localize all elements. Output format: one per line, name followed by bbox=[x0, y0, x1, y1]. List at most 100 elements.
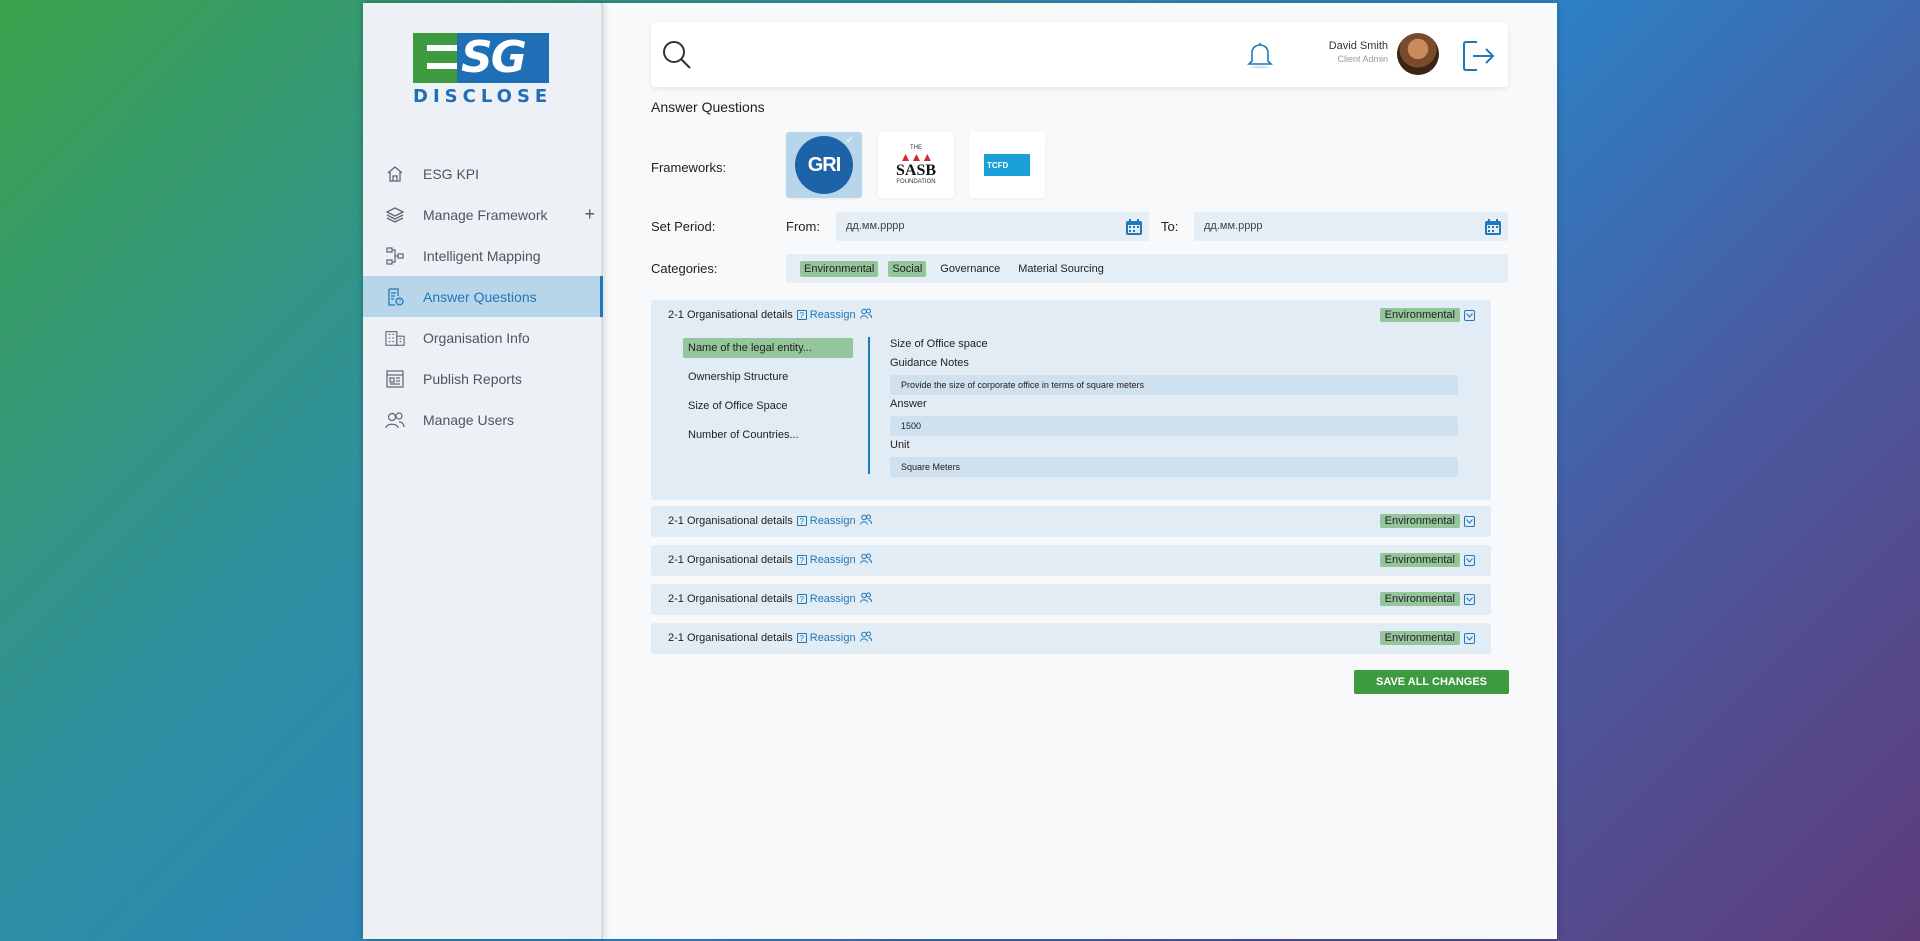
status-badge: Environmental bbox=[1379, 308, 1460, 322]
category-material-sourcing[interactable]: Material Sourcing bbox=[1014, 261, 1108, 277]
sidebar-item-intelligent-mapping[interactable]: Intelligent Mapping bbox=[363, 235, 603, 276]
frameworks-label: Frameworks: bbox=[651, 160, 727, 175]
home-icon bbox=[385, 164, 405, 184]
sidebar-item-label: Intelligent Mapping bbox=[423, 247, 541, 264]
user-icon[interactable] bbox=[859, 514, 872, 528]
bell-icon[interactable] bbox=[1246, 40, 1274, 75]
question-accordion-collapsed: 2-1 Organisational details ? Reassign En… bbox=[651, 506, 1491, 537]
help-icon[interactable]: ? bbox=[796, 555, 807, 565]
question-doc-icon: ? bbox=[385, 287, 405, 307]
accordion-title: 2-1 Organisational details bbox=[668, 632, 793, 644]
question-accordion-collapsed: 2-1 Organisational details ? Reassign En… bbox=[651, 623, 1491, 654]
sidebar-item-publish-reports[interactable]: Publish Reports bbox=[363, 358, 603, 399]
accordion-header[interactable]: 2-1 Organisational details ? Reassign En… bbox=[651, 545, 1491, 575]
framework-card-sasb[interactable]: THE ▲▲▲ SASB FOUNDATION bbox=[878, 132, 954, 198]
help-icon[interactable]: ? bbox=[796, 516, 807, 526]
answer-label: Answer bbox=[890, 398, 927, 410]
user-icon[interactable] bbox=[859, 553, 872, 567]
question-item-countries[interactable]: Number of Countries... bbox=[683, 425, 853, 445]
sidebar-item-manage-framework[interactable]: Manage Framework + bbox=[363, 194, 603, 235]
help-icon[interactable]: ? bbox=[796, 594, 807, 604]
layers-icon bbox=[385, 205, 405, 225]
sidebar-item-label: Manage Framework bbox=[423, 206, 548, 223]
reassign-link[interactable]: Reassign bbox=[810, 554, 856, 566]
accordion-header[interactable]: 2-1 Organisational details ? Reassign En… bbox=[651, 300, 1491, 330]
divider bbox=[868, 337, 870, 474]
accordion-header[interactable]: 2-1 Organisational details ? Reassign En… bbox=[651, 506, 1491, 536]
help-icon[interactable]: ? bbox=[796, 633, 807, 643]
question-item-ownership[interactable]: Ownership Structure bbox=[683, 367, 853, 387]
add-framework-button[interactable]: + bbox=[584, 204, 595, 225]
accordion-header[interactable]: 2-1 Organisational details ? Reassign En… bbox=[651, 584, 1491, 614]
sidebar-item-esg-kpi[interactable]: ESG KPI bbox=[363, 153, 603, 194]
to-label: To: bbox=[1161, 219, 1179, 234]
user-role: Client Admin bbox=[1337, 54, 1388, 64]
gri-logo: GRI bbox=[795, 136, 853, 194]
sidebar-item-manage-users[interactable]: Manage Users bbox=[363, 399, 603, 440]
accordion-title: 2-1 Organisational details bbox=[668, 515, 793, 527]
categories-filter: Environmental Social Governance Material… bbox=[786, 254, 1508, 283]
accordion-title: 2-1 Organisational details bbox=[668, 554, 793, 566]
reassign-link[interactable]: Reassign bbox=[810, 593, 856, 605]
user-icon[interactable] bbox=[859, 631, 872, 645]
question-item-office-space[interactable]: Size of Office Space bbox=[683, 396, 853, 416]
logo-sg-text: SG bbox=[457, 33, 549, 83]
reassign-link[interactable]: Reassign bbox=[810, 309, 856, 321]
from-date-input[interactable]: дд.мм.рррр bbox=[836, 212, 1149, 241]
category-environmental[interactable]: Environmental bbox=[800, 260, 879, 277]
user-icon[interactable] bbox=[859, 592, 872, 606]
from-label: From: bbox=[786, 219, 820, 234]
chevron-down-icon[interactable] bbox=[1464, 594, 1475, 605]
status-badge: Environmental bbox=[1379, 553, 1460, 567]
logo-e-mark bbox=[413, 33, 457, 83]
to-date-value: дд.мм.рррр bbox=[1204, 220, 1263, 232]
search-icon[interactable] bbox=[661, 39, 693, 76]
chevron-down-icon[interactable] bbox=[1464, 555, 1475, 566]
tcfd-logo: TCFD bbox=[984, 154, 1030, 176]
chevron-down-icon[interactable] bbox=[1464, 633, 1475, 644]
status-badge: Environmental bbox=[1379, 514, 1460, 528]
logout-icon[interactable] bbox=[1460, 38, 1496, 79]
reassign-link[interactable]: Reassign bbox=[810, 632, 856, 644]
status-badge: Environmental bbox=[1379, 592, 1460, 606]
detail-heading: Size of Office space bbox=[890, 338, 988, 350]
category-governance[interactable]: Governance bbox=[936, 261, 1004, 277]
building-icon bbox=[385, 328, 405, 348]
users-icon bbox=[385, 410, 405, 430]
calendar-icon[interactable] bbox=[1484, 218, 1502, 248]
chevron-down-icon[interactable] bbox=[1464, 516, 1475, 527]
main-content: David Smith Client Admin Answer Question… bbox=[603, 3, 1557, 939]
sidebar-item-answer-questions[interactable]: ? Answer Questions bbox=[363, 276, 603, 317]
save-all-changes-button[interactable]: SAVE ALL CHANGES bbox=[1354, 670, 1509, 694]
sidebar-item-label: Manage Users bbox=[423, 411, 515, 428]
help-icon[interactable]: ? bbox=[796, 310, 807, 320]
user-info: David Smith Client Admin bbox=[1306, 40, 1388, 64]
question-item-legal-entity[interactable]: Name of the legal entity... bbox=[683, 338, 853, 358]
esg-disclose-logo[interactable]: SG DISCLOSE bbox=[413, 33, 549, 107]
user-name: David Smith bbox=[1328, 40, 1388, 52]
avatar[interactable] bbox=[1397, 33, 1439, 75]
sidebar-item-label: ESG KPI bbox=[423, 165, 480, 182]
mapping-icon bbox=[385, 246, 405, 266]
guidance-label: Guidance Notes bbox=[890, 357, 969, 369]
reassign-link[interactable]: Reassign bbox=[810, 515, 856, 527]
sidebar-item-organisation-info[interactable]: Organisation Info bbox=[363, 317, 603, 358]
to-date-input[interactable]: дд.мм.рррр bbox=[1194, 212, 1508, 241]
accordion-body: Name of the legal entity... Ownership St… bbox=[651, 330, 1491, 500]
categories-label: Categories: bbox=[651, 261, 718, 276]
category-social[interactable]: Social bbox=[888, 260, 927, 277]
accordion-header[interactable]: 2-1 Organisational details ? Reassign En… bbox=[651, 623, 1491, 653]
question-accordion-expanded: 2-1 Organisational details ? Reassign En… bbox=[651, 300, 1491, 500]
user-icon[interactable] bbox=[859, 308, 872, 322]
sasb-logo: THE ▲▲▲ SASB FOUNDATION bbox=[895, 145, 937, 185]
answer-field[interactable]: 1500 bbox=[890, 416, 1458, 436]
framework-card-gri[interactable]: GRI ✓ bbox=[786, 132, 862, 198]
unit-field[interactable]: Square Meters bbox=[890, 457, 1458, 477]
set-period-label: Set Period: bbox=[651, 219, 716, 234]
calendar-icon[interactable] bbox=[1125, 218, 1143, 248]
chevron-down-icon[interactable] bbox=[1464, 310, 1475, 321]
sidebar-item-label: Publish Reports bbox=[423, 370, 522, 387]
framework-card-tcfd[interactable]: TCFD bbox=[969, 132, 1045, 198]
sidebar-item-label: Organisation Info bbox=[423, 329, 530, 346]
accordion-title: 2-1 Organisational details bbox=[668, 593, 793, 605]
